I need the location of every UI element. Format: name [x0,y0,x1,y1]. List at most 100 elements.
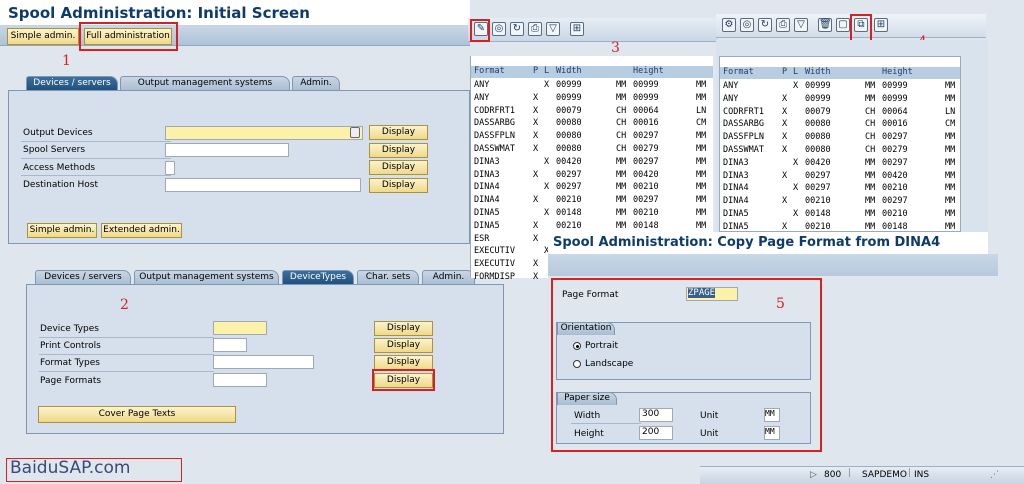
grid-header-cell[interactable]: Format [474,66,505,76]
grid-row[interactable]: DASSFPLN X 00080 CH 00297 MM [720,132,960,144]
access-methods-input[interactable] [165,161,175,175]
grid-row[interactable]: DINA3 X 00420 MM 00297 MM [720,158,960,170]
copy-icon[interactable]: ⧉ [854,18,868,32]
grid-cell: CH [865,119,876,130]
spool-servers-label: Spool Servers [23,145,86,155]
landscape-radio[interactable] [573,360,581,368]
width-input[interactable]: 300 [639,408,673,422]
grid-row[interactable]: DASSARBG X 00080 CH 00016 CM [471,118,713,130]
grid-row[interactable]: ANY X 00999 MM 00999 MM [471,80,713,92]
filter-icon[interactable]: ▽ [794,18,808,32]
filter-icon[interactable]: ▽ [546,22,560,36]
extended-admin-button[interactable]: Extended admin. [101,223,182,238]
display-button-device-types[interactable]: Display [374,321,433,336]
grid-header-cell[interactable]: Width [805,67,831,77]
settings-icon[interactable]: ⚙ [722,18,736,32]
height-input[interactable]: 200 [639,426,673,440]
grid-header-cell[interactable]: Width [556,66,582,76]
refresh-icon[interactable]: ↻ [758,18,772,32]
grid-row[interactable]: CODRFRT1 X 00079 CH 00064 LN [471,106,713,118]
new-document-icon[interactable]: ▢ [836,18,850,32]
grid-cell: ESR [474,233,490,244]
grid-row[interactable]: DINA5 X 00148 MM 00210 MM [720,209,960,221]
display-button-output-devices[interactable]: Display [369,125,428,140]
simple-admin-button-bottom[interactable]: Simple admin. [27,223,97,238]
grid-row[interactable]: DASSWMAT X 00080 CH 00279 MM [471,144,713,156]
tab-char-sets[interactable]: Char. sets [357,270,419,285]
grid-header-cell[interactable]: P [533,66,538,76]
display-button-destination-host[interactable]: Display [369,178,428,193]
print-icon[interactable]: ⎙ [776,18,790,32]
grid-row[interactable]: DINA3 X 00297 MM 00420 MM [471,170,713,182]
full-administration-button[interactable]: Full administration [84,28,172,45]
tab-devices-servers[interactable]: Devices / servers [26,76,118,91]
display-button-spool-servers[interactable]: Display [369,143,428,158]
device-types-input[interactable] [213,321,267,335]
display-button-page-formats[interactable]: Display [374,373,433,388]
delete-icon[interactable]: 🗑 [818,18,832,32]
print-icon[interactable]: ⎙ [528,22,542,36]
grid-header-cell[interactable]: L [793,67,798,77]
print-controls-label: Print Controls [40,341,101,351]
grid-row[interactable]: DASSFPLN X 00080 CH 00297 MM [471,131,713,143]
destination-host-input[interactable] [165,178,361,192]
status-system: SAPDEMO [862,470,907,480]
grid-row[interactable]: ANY X 00999 MM 00999 MM [471,93,713,105]
grid-cell: 00080 [556,118,582,129]
width-unit-input[interactable]: MM [764,408,780,422]
check-icon[interactable]: ◎ [740,18,754,32]
grid-row[interactable]: DINA3 X 00420 MM 00297 MM [471,157,713,169]
height-unit-input[interactable]: MM [764,426,780,440]
grid-row[interactable]: DINA4 X 00210 MM 00297 MM [720,196,960,208]
grid-row[interactable]: CODRFRT1 X 00079 CH 00064 LN [720,107,960,119]
print-controls-input[interactable] [213,338,247,352]
page-formats-input[interactable] [213,373,267,387]
tab-admin[interactable]: Admin. [292,76,340,91]
grid-row[interactable]: DINA5 X 00148 MM 00210 MM [471,208,713,220]
grid-header-cell[interactable]: Height [882,67,913,77]
spool-servers-input[interactable] [165,143,289,157]
grid-cell: 00999 [805,93,831,104]
check-icon[interactable]: ◎ [492,22,506,36]
grid-header-cell[interactable]: L [544,66,549,76]
hierarchy-icon[interactable]: ⊞ [570,22,584,36]
grid-header-cell[interactable]: Format [723,67,754,77]
value-help-icon[interactable] [350,127,360,138]
grid-cell: FORMDISP [474,272,515,282]
grid-row[interactable]: DINA4 X 00297 MM 00210 MM [471,182,713,194]
grid-row[interactable]: DINA4 X 00210 MM 00297 MM [471,195,713,207]
simple-admin-button[interactable]: Simple admin. [7,28,79,45]
grid-cell: 00297 [633,131,659,142]
cover-page-texts-button[interactable]: Cover Page Texts [38,406,236,423]
grid-header-cell[interactable]: P [782,67,787,77]
tab-admin[interactable]: Admin. [422,270,475,285]
grid-row[interactable]: DASSWMAT X 00080 CH 00279 MM [720,145,960,157]
resize-grip-icon[interactable]: ⋰ [990,470,999,480]
grid-row[interactable]: DINA4 X 00297 MM 00210 MM [720,183,960,195]
display-button-access-methods[interactable]: Display [369,160,428,175]
grid-row[interactable]: DINA3 X 00297 MM 00420 MM [720,171,960,183]
display-button-print-controls[interactable]: Display [374,338,433,353]
portrait-radio[interactable] [573,342,581,350]
grid-row[interactable]: ANY X 00999 MM 00999 MM [720,81,960,93]
grid-cell: MM [616,220,627,231]
grid-row[interactable]: ANY X 00999 MM 00999 MM [720,94,960,106]
pencil-icon[interactable]: ✎ [474,22,488,36]
format-types-input[interactable] [213,355,314,369]
grid-row[interactable]: DASSARBG X 00080 CH 00016 CM [720,119,960,131]
display-button-format-types[interactable]: Display [374,355,433,370]
grid-cell: MM [696,195,707,206]
grid-cell: X [533,144,539,154]
grid-cell: DINA3 [474,156,500,167]
tab-output-management[interactable]: Output management systems [120,76,290,91]
tab-devices-servers[interactable]: Devices / servers [35,270,131,285]
refresh-icon[interactable]: ↻ [510,22,524,36]
status-arrow-icon[interactable]: ▷ [810,470,817,480]
hierarchy-icon[interactable]: ⊞ [874,18,888,32]
page-format-input[interactable]: ZPAGE [686,287,738,301]
grid-header-cell[interactable]: Height [633,66,664,76]
output-devices-input[interactable] [165,126,363,140]
grid-row[interactable]: DINA5 X 00210 MM 00148 MM [471,221,713,233]
tab-devicetypes[interactable]: DeviceTypes [282,270,354,285]
tab-output-management[interactable]: Output management systems [134,270,279,285]
